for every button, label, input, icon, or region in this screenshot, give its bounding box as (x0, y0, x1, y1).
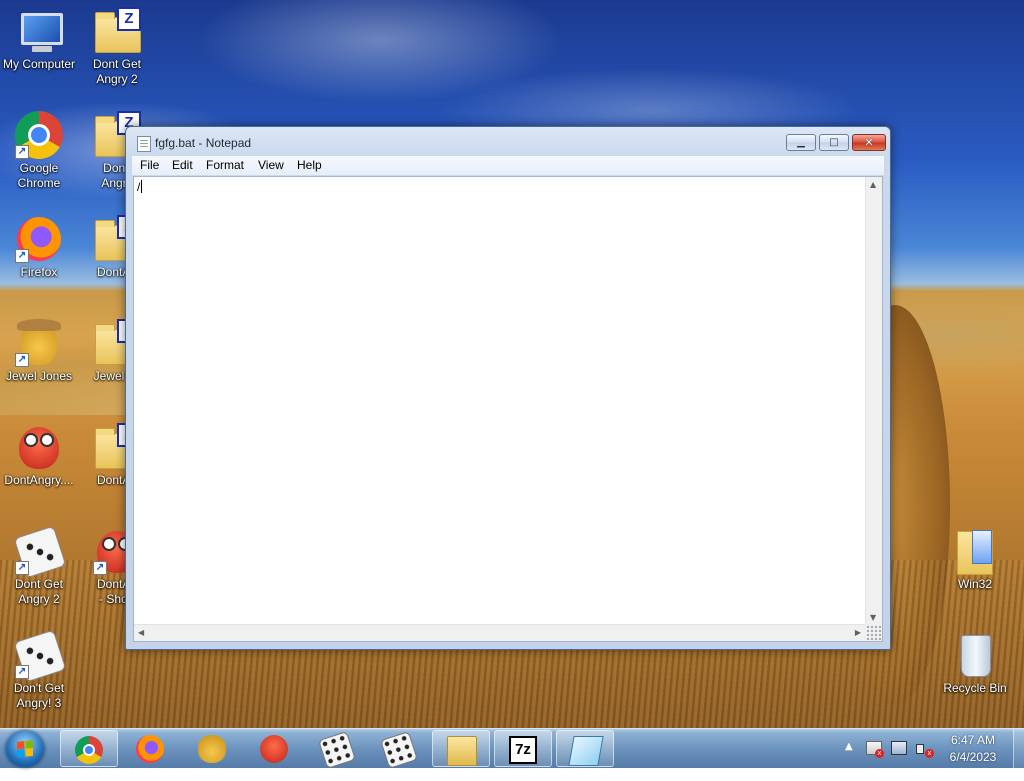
shortcut-arrow-icon: ↗ (15, 249, 29, 263)
desktop-icon-firefox[interactable]: ↗ Firefox (0, 215, 78, 280)
network-icon[interactable] (891, 741, 907, 755)
taskbar-chrome[interactable] (60, 730, 118, 767)
file-explorer-icon (447, 736, 477, 766)
shortcut-arrow-icon: ↗ (15, 665, 29, 679)
volume-muted-icon[interactable] (916, 741, 934, 758)
desktop-icon-label: Win32 (957, 577, 992, 591)
window-title: fgfg.bat - Notepad (155, 136, 252, 150)
size-grip[interactable] (865, 624, 882, 641)
desktop-icon-label: Dont Get Angry 2 (92, 57, 142, 86)
desktop-icon-dont-get-angry-2[interactable]: ↗ Dont Get Angry 2 (0, 525, 78, 607)
menu-help[interactable]: Help (297, 158, 322, 172)
horizontal-scrollbar[interactable]: ◀ ▶ (134, 624, 865, 641)
shortcut-arrow-icon: ↗ (93, 561, 107, 575)
taskbar-jewel-jones[interactable] (184, 730, 242, 767)
desktop-icon-label: DontAngry.... (4, 473, 74, 487)
start-button[interactable] (6, 731, 44, 767)
desktop-icon-label: Firefox (20, 265, 58, 279)
taskbar-7zip[interactable]: 7z (494, 730, 552, 767)
taskbar-dice-2[interactable] (370, 730, 428, 769)
menu-edit[interactable]: Edit (172, 158, 193, 172)
windows-logo-icon (17, 740, 33, 758)
desktop-icon-my-computer[interactable]: My Computer (0, 7, 78, 72)
clock-time: 6:47 AM (950, 733, 996, 747)
taskbar-notepad[interactable] (556, 730, 614, 767)
editor-content: / (137, 180, 141, 194)
shortcut-arrow-icon: ↗ (15, 561, 29, 575)
desktop-icon-label: Don't Get Angry! 3 (13, 681, 65, 710)
desktop-icon-label: My Computer (2, 57, 76, 71)
shortcut-arrow-icon: ↗ (15, 353, 29, 367)
dont-angry-icon (260, 735, 288, 763)
show-hidden-icons-button[interactable]: ▲ (845, 741, 853, 781)
folder-icon (957, 530, 993, 575)
vertical-scrollbar[interactable]: ▲ ▼ (865, 177, 882, 625)
desktop-icon-dont-get-angry-2-zip[interactable]: Z Dont Get Angry 2 (78, 7, 156, 87)
chrome-icon (75, 736, 103, 764)
desktop-icon-label: Recycle Bin (943, 681, 1007, 695)
dice-icon (318, 731, 356, 769)
scroll-left-arrow-icon[interactable]: ◀ (138, 628, 144, 637)
dice-icon (380, 731, 418, 769)
taskbar-dice-1[interactable] (308, 730, 366, 769)
desktop-icon-win32[interactable]: Win32 (936, 527, 1014, 592)
minimize-icon: ▁ (797, 137, 805, 148)
desktop-icon-dontangry[interactable]: DontAngry.... (0, 423, 78, 488)
desktop-icon-label: Google Chrome (17, 161, 61, 190)
menu-file[interactable]: File (140, 158, 159, 172)
text-editor[interactable]: / ▲ ▼ ◀ ▶ (133, 176, 883, 642)
dont-angry-icon (19, 427, 59, 469)
desktop-icon-label: Dont Get Angry 2 (14, 577, 64, 606)
shortcut-arrow-icon: ↗ (15, 145, 29, 159)
taskbar: 7z ▲ 6:47 AM 6/4/2023 (0, 728, 1024, 769)
notepad-icon (568, 736, 604, 766)
desktop-icon-jewel-jones[interactable]: ↗ Jewel Jones (0, 319, 78, 384)
desktop-icon-google-chrome[interactable]: ↗ Google Chrome (0, 111, 78, 191)
clock[interactable]: 6:47 AM 6/4/2023 (940, 732, 1006, 766)
notepad-window[interactable]: fgfg.bat - Notepad ▁ □ ✕ File Edit Forma… (125, 126, 891, 650)
desktop-icon-dont-get-angry-3[interactable]: ↗ Don't Get Angry! 3 (0, 629, 78, 711)
taskbar-file-explorer[interactable] (432, 730, 490, 767)
desktop-icon-label: Jewel Jones (5, 369, 73, 383)
scroll-up-arrow-icon[interactable]: ▲ (870, 180, 876, 189)
close-icon: ✕ (864, 136, 874, 149)
7zip-icon: 7z (509, 736, 537, 764)
menu-format[interactable]: Format (206, 158, 244, 172)
editor-text-area[interactable]: / (137, 180, 143, 194)
text-caret (141, 180, 143, 193)
taskbar-firefox[interactable] (122, 730, 180, 767)
computer-icon (21, 13, 63, 52)
notepad-icon[interactable] (137, 136, 151, 152)
z-badge-icon: Z (117, 7, 141, 31)
minimize-button[interactable]: ▁ (786, 134, 816, 151)
jewel-jones-icon (198, 735, 226, 763)
firefox-icon (136, 735, 164, 763)
action-center-flag-icon[interactable] (866, 741, 884, 758)
menu-view[interactable]: View (258, 158, 284, 172)
menu-bar: File Edit Format View Help (132, 156, 884, 175)
maximize-icon: □ (829, 137, 839, 148)
close-button[interactable]: ✕ (852, 134, 886, 151)
show-desktop-button[interactable] (1013, 729, 1024, 769)
title-bar[interactable]: fgfg.bat - Notepad ▁ □ ✕ (126, 127, 890, 157)
desktop-icon-recycle-bin[interactable]: Recycle Bin (936, 631, 1014, 696)
maximize-button[interactable]: □ (819, 134, 849, 151)
recycle-bin-icon (961, 635, 991, 677)
scroll-right-arrow-icon[interactable]: ▶ (855, 628, 861, 637)
clock-date: 6/4/2023 (949, 750, 997, 764)
scroll-down-arrow-icon[interactable]: ▼ (870, 613, 876, 622)
taskbar-dont-angry[interactable] (246, 730, 304, 767)
